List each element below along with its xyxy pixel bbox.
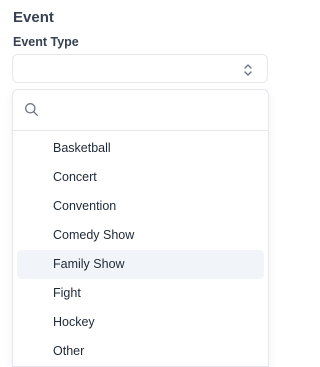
search-icon <box>25 103 38 116</box>
dropdown-search <box>13 90 268 131</box>
option-convention[interactable]: Convention <box>17 192 264 221</box>
chevron-up-down-icon <box>244 64 252 76</box>
event-type-label: Event Type <box>13 35 79 49</box>
option-family-show[interactable]: Family Show <box>17 250 264 279</box>
options-list: Basketball Concert Convention Comedy Sho… <box>13 134 268 366</box>
event-type-dropdown: Basketball Concert Convention Comedy Sho… <box>12 89 269 367</box>
option-basketball[interactable]: Basketball <box>17 134 264 163</box>
event-type-select[interactable] <box>12 54 268 83</box>
section-title: Event <box>13 9 54 26</box>
option-fight[interactable]: Fight <box>17 279 264 308</box>
option-comedy-show[interactable]: Comedy Show <box>17 221 264 250</box>
option-concert[interactable]: Concert <box>17 163 264 192</box>
option-hockey[interactable]: Hockey <box>17 308 264 337</box>
search-input[interactable] <box>47 98 261 124</box>
option-other[interactable]: Other <box>17 337 264 366</box>
